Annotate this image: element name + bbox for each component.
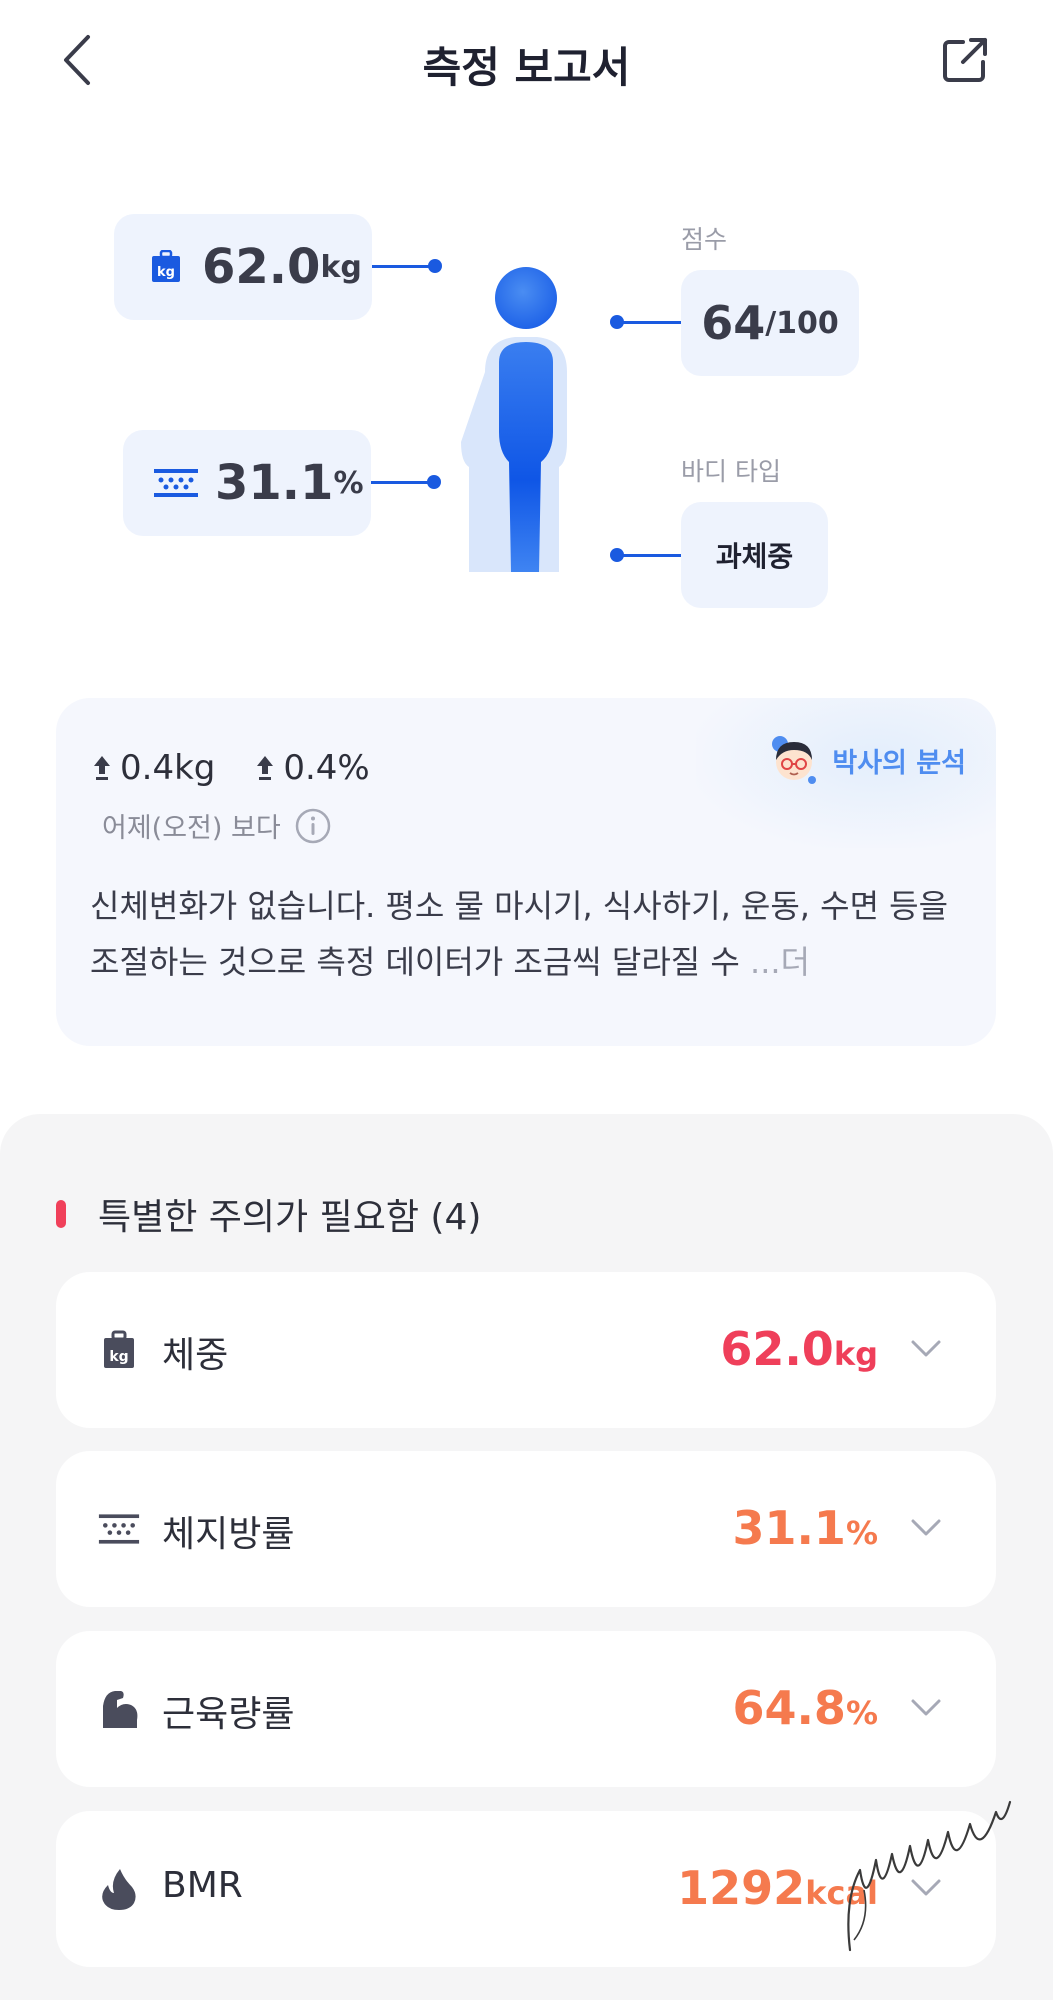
compare-row: 어제(오전) 보다 (102, 806, 331, 845)
metric-number: 1292 (677, 1861, 806, 1915)
body-type-pill: 과체중 (681, 502, 828, 608)
metric-card-weight[interactable]: kg 체중 62.0kg (56, 1272, 996, 1428)
attention-marker (56, 1200, 66, 1228)
more-link[interactable]: ...더 (750, 943, 810, 981)
metric-name: 근육량률 (162, 1694, 295, 1735)
metric-value: 64.8% (732, 1681, 878, 1735)
header: 측정 보고서 (0, 0, 1053, 120)
share-icon (943, 38, 987, 82)
muscle-icon (98, 1687, 140, 1731)
score-max: /100 (765, 305, 839, 341)
body-fat-unit: % (333, 465, 364, 501)
arrow-up-icon (257, 756, 274, 780)
doctor-avatar-icon (772, 736, 817, 784)
page-title: 측정 보고서 (422, 43, 631, 92)
weight-value: 62.0 (202, 239, 321, 295)
analysis-body: 신체변화가 없습니다. 평소 물 마시기, 식사하기, 운동, 수면 등을 조절… (90, 887, 949, 981)
body-fat-pill: 31.1 % (123, 430, 371, 536)
metric-value: 31.1% (732, 1501, 878, 1555)
connector-line (371, 481, 433, 484)
score-pill: 64 /100 (681, 270, 859, 376)
attention-header: 특별한 주의가 필요함 (4) (56, 1188, 481, 1240)
compare-label: 어제(오전) 보다 (102, 813, 281, 844)
share-button[interactable] (937, 32, 993, 88)
body-type-value: 과체중 (715, 540, 794, 573)
svg-text:kg: kg (157, 265, 175, 280)
body-fat-icon (154, 469, 198, 497)
metric-number: 64.8 (732, 1681, 846, 1735)
analysis-text: 신체변화가 없습니다. 평소 물 마시기, 식사하기, 운동, 수면 등을 조절… (90, 878, 970, 990)
connector-line (617, 554, 681, 557)
chevron-down-icon[interactable] (908, 1693, 944, 1723)
body-fat-icon (98, 1507, 140, 1551)
metric-value: 1292kcal (677, 1861, 878, 1915)
chevron-down-icon[interactable] (908, 1334, 944, 1364)
weight-icon: kg (152, 250, 180, 282)
score-value: 64 (701, 296, 766, 350)
metric-name: BMR (162, 1865, 243, 1906)
metric-card-muscle[interactable]: 근육량률 64.8% (56, 1631, 996, 1787)
connector-dot (428, 259, 442, 273)
chevron-down-icon[interactable] (908, 1873, 944, 1903)
info-icon[interactable] (295, 808, 331, 844)
weight-icon: kg (98, 1328, 140, 1372)
body-figure-icon (461, 267, 567, 572)
metric-unit: kcal (805, 1874, 878, 1912)
metric-unit: % (845, 1514, 878, 1552)
weight-pill: kg 62.0 kg (114, 214, 372, 320)
metric-unit: % (845, 1694, 878, 1732)
body-summary: kg 62.0 kg 31.1 % 점수 64 /100 바디 타입 과체중 (0, 150, 1053, 630)
doctor-analysis[interactable]: 박사의 분석 (768, 734, 966, 786)
connector-line (372, 265, 434, 268)
fat-change: 0.4% (255, 748, 370, 788)
connector-line (617, 321, 681, 324)
flame-icon (98, 1867, 140, 1911)
weight-unit: kg (320, 249, 362, 285)
change-row: 0.4kg 0.4% (92, 748, 370, 788)
metric-number: 62.0 (720, 1322, 834, 1376)
body-fat-value: 31.1 (215, 455, 334, 511)
arrow-up-icon (94, 756, 110, 780)
weight-change-value: 0.4kg (120, 748, 216, 788)
svg-text:kg: kg (109, 1349, 128, 1365)
metric-number: 31.1 (732, 1501, 846, 1555)
score-label: 점수 (681, 225, 728, 254)
analysis-card[interactable]: 0.4kg 0.4% 어제(오전) 보다 박사의 분석 신체변화가 없습니다. … (56, 698, 996, 1046)
doctor-analysis-label: 박사의 분석 (832, 747, 966, 779)
metric-card-body-fat[interactable]: 체지방률 31.1% (56, 1451, 996, 1607)
metric-name: 체중 (162, 1335, 229, 1376)
metric-unit: kg (833, 1335, 878, 1373)
attention-title: 특별한 주의가 필요함 (4) (98, 1197, 482, 1238)
metric-name: 체지방률 (162, 1514, 295, 1555)
chevron-down-icon[interactable] (908, 1513, 944, 1543)
weight-change: 0.4kg (92, 748, 215, 788)
fat-change-value: 0.4% (283, 748, 370, 788)
body-type-label: 바디 타입 (681, 457, 781, 486)
metric-card-bmr[interactable]: BMR 1292kcal (56, 1811, 996, 1967)
connector-dot (427, 475, 441, 489)
metric-value: 62.0kg (720, 1322, 878, 1376)
